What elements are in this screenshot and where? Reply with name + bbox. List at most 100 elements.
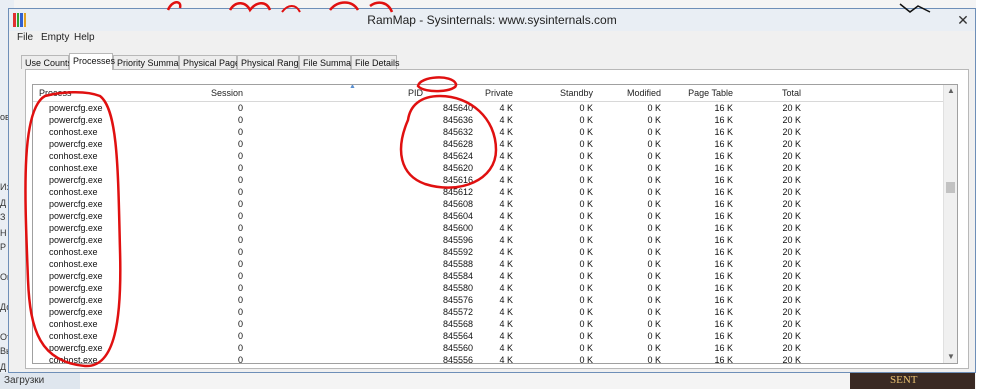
table-row[interactable]: powercfg.exe 0 845584 4 K0 K0 K 16 K 20 K — [33, 270, 943, 282]
menu-file[interactable]: File — [17, 32, 33, 43]
tab-use-counts[interactable]: Use Counts — [21, 55, 72, 69]
cell-page-table: 16 K — [714, 103, 733, 113]
menu-bar: File Empty Help — [9, 31, 975, 47]
table-row[interactable]: powercfg.exe 0 845600 4 K0 K0 K 16 K 20 K — [33, 222, 943, 234]
cell-process: conhost.exe — [49, 355, 98, 364]
scroll-up-icon[interactable]: ▲ — [944, 85, 957, 97]
table-row[interactable]: conhost.exe 0 845588 4 K0 K0 K 16 K 20 K — [33, 258, 943, 270]
cell-private: 4 K — [499, 175, 513, 185]
scroll-down-icon[interactable]: ▼ — [944, 351, 957, 363]
cell-private: 4 K — [499, 295, 513, 305]
cell-total: 20 K — [782, 139, 801, 149]
cell-page-table: 16 K — [714, 307, 733, 317]
cell-session: 0 — [237, 319, 243, 329]
cell-modified: 0 K — [647, 151, 661, 161]
cell-private: 4 K — [499, 247, 513, 257]
table-row[interactable]: powercfg.exe 0 845628 4 K0 K0 K 16 K 20 K — [33, 138, 943, 150]
cell-modified: 0 K — [647, 307, 661, 317]
background-right-strip — [976, 0, 1000, 389]
table-row[interactable]: powercfg.exe 0 845580 4 K0 K0 K 16 K 20 K — [33, 282, 943, 294]
cell-total: 20 K — [782, 283, 801, 293]
cell-standby: 0 K — [579, 151, 593, 161]
cell-private: 4 K — [499, 223, 513, 233]
table-row[interactable]: powercfg.exe 0 845640 4 K0 K0 K 16 K 20 K — [33, 102, 943, 114]
menu-empty[interactable]: Empty — [41, 32, 69, 43]
table-row[interactable]: conhost.exe 0 845592 4 K0 K0 K 16 K 20 K — [33, 246, 943, 258]
cell-session: 0 — [237, 235, 243, 245]
table-row[interactable]: powercfg.exe 0 845576 4 K0 K0 K 16 K 20 K — [33, 294, 943, 306]
cell-total: 20 K — [782, 235, 801, 245]
table-row[interactable]: powercfg.exe 0 845604 4 K0 K0 K 16 K 20 K — [33, 210, 943, 222]
cell-process: conhost.exe — [49, 127, 98, 137]
column-header-page-table[interactable]: Page Table — [673, 88, 733, 98]
cell-modified: 0 K — [647, 187, 661, 197]
cell-page-table: 16 K — [714, 259, 733, 269]
background-taskbar-fragment: Загрузки — [0, 373, 80, 389]
tab-physical-ranges[interactable]: Physical Ranges — [237, 55, 308, 69]
cell-page-table: 16 K — [714, 235, 733, 245]
cell-modified: 0 K — [647, 283, 661, 293]
scroll-thumb[interactable] — [946, 182, 955, 193]
cell-session: 0 — [237, 211, 243, 221]
table-row[interactable]: conhost.exe 0 845624 4 K0 K0 K 16 K 20 K — [33, 150, 943, 162]
tab-physical-pages[interactable]: Physical Pages — [179, 55, 245, 69]
cell-session: 0 — [237, 283, 243, 293]
vertical-scrollbar[interactable]: ▲ ▼ — [943, 85, 957, 363]
cell-private: 4 K — [499, 343, 513, 353]
table-row[interactable]: powercfg.exe 0 845616 4 K0 K0 K 16 K 20 K — [33, 174, 943, 186]
cell-process: conhost.exe — [49, 247, 98, 257]
cell-modified: 0 K — [647, 319, 661, 329]
table-row[interactable]: powercfg.exe 0 845572 4 K0 K0 K 16 K 20 K — [33, 306, 943, 318]
cell-total: 20 K — [782, 247, 801, 257]
cell-page-table: 16 K — [714, 127, 733, 137]
table-row[interactable]: conhost.exe 0 845564 4 K0 K0 K 16 K 20 K — [33, 330, 943, 342]
cell-standby: 0 K — [579, 307, 593, 317]
table-row[interactable]: conhost.exe 0 845620 4 K0 K0 K 16 K 20 K — [33, 162, 943, 174]
cell-page-table: 16 K — [714, 151, 733, 161]
cell-session: 0 — [237, 187, 243, 197]
column-header-standby[interactable]: Standby — [533, 88, 593, 98]
cell-private: 4 K — [499, 163, 513, 173]
table-row[interactable]: powercfg.exe 0 845636 4 K0 K0 K 16 K 20 K — [33, 114, 943, 126]
cell-session: 0 — [237, 259, 243, 269]
column-header-private[interactable]: Private — [453, 88, 513, 98]
background-text-fragment: Н — [0, 228, 7, 238]
cell-session: 0 — [237, 151, 243, 161]
tab-processes[interactable]: Processes — [69, 53, 115, 70]
cell-process: powercfg.exe — [49, 115, 103, 125]
cell-process: powercfg.exe — [49, 175, 103, 185]
cell-private: 4 K — [499, 139, 513, 149]
cell-private: 4 K — [499, 211, 513, 221]
table-row[interactable]: conhost.exe 0 845612 4 K0 K0 K 16 K 20 K — [33, 186, 943, 198]
cell-private: 4 K — [499, 271, 513, 281]
table-row[interactable]: conhost.exe 0 845632 4 K0 K0 K 16 K 20 K — [33, 126, 943, 138]
table-row[interactable]: powercfg.exe 0 845608 4 K0 K0 K 16 K 20 K — [33, 198, 943, 210]
column-header-pid[interactable]: PID — [363, 88, 423, 98]
cell-session: 0 — [237, 223, 243, 233]
cell-standby: 0 K — [579, 343, 593, 353]
cell-page-table: 16 K — [714, 271, 733, 281]
tab-priority-summary[interactable]: Priority Summary — [113, 55, 186, 69]
table-row[interactable]: conhost.exe 0 845556 4 K0 K0 K 16 K 20 K — [33, 354, 943, 364]
cell-total: 20 K — [782, 343, 801, 353]
column-header-session[interactable]: Session — [183, 88, 243, 98]
table-row[interactable]: conhost.exe 0 845568 4 K0 K0 K 16 K 20 K — [33, 318, 943, 330]
tab-file-summary[interactable]: File Summary — [299, 55, 359, 69]
cell-page-table: 16 K — [714, 331, 733, 341]
column-header-modified[interactable]: Modified — [601, 88, 661, 98]
column-header-total[interactable]: Total — [741, 88, 801, 98]
cell-standby: 0 K — [579, 127, 593, 137]
table-row[interactable]: powercfg.exe 0 845596 4 K0 K0 K 16 K 20 K — [33, 234, 943, 246]
cell-private: 4 K — [499, 307, 513, 317]
cell-private: 4 K — [499, 151, 513, 161]
cell-process: powercfg.exe — [49, 283, 103, 293]
cell-modified: 0 K — [647, 211, 661, 221]
table-row[interactable]: powercfg.exe 0 845560 4 K0 K0 K 16 K 20 K — [33, 342, 943, 354]
cell-page-table: 16 K — [714, 295, 733, 305]
cell-total: 20 K — [782, 103, 801, 113]
cell-modified: 0 K — [647, 223, 661, 233]
menu-help[interactable]: Help — [74, 32, 95, 43]
column-header-process[interactable]: Process — [39, 88, 72, 98]
cell-process: powercfg.exe — [49, 199, 103, 209]
tab-file-details[interactable]: File Details — [351, 55, 400, 69]
